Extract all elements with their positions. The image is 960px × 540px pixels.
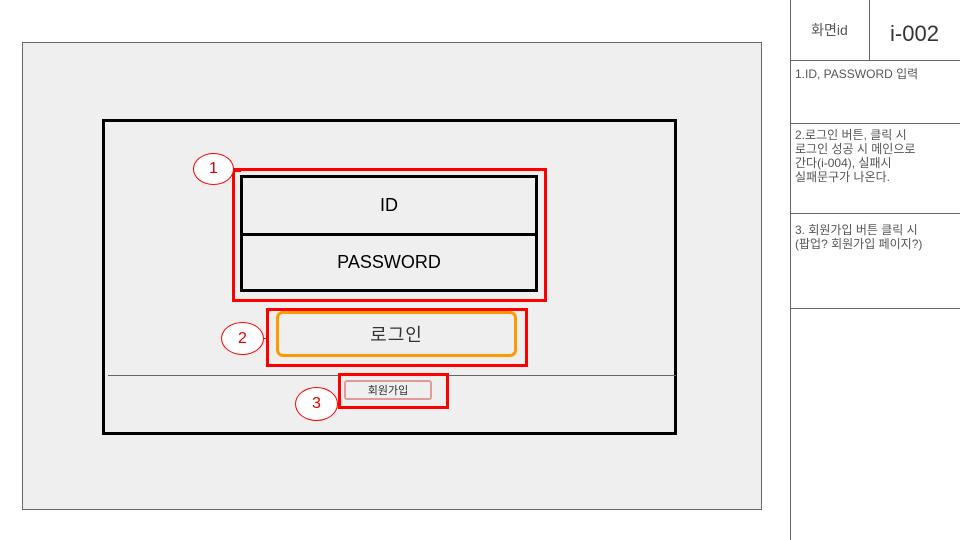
callout-3: 3 — [295, 387, 338, 421]
spec-row-divider — [790, 123, 960, 124]
spec-note-2: 2.로그인 버튼, 클릭 시 로그인 성공 시 메인으로 간다(i-004), … — [795, 128, 916, 184]
highlight-frame-1 — [232, 168, 547, 302]
screen-id-value: i-002 — [890, 21, 939, 46]
spec-row-divider — [790, 60, 960, 61]
highlight-frame-3 — [338, 373, 449, 409]
spec-row-divider — [790, 308, 960, 309]
callout-1: 1 — [193, 153, 234, 185]
spec-panel-border — [790, 0, 791, 540]
callout-2: 2 — [221, 322, 264, 355]
spec-note-3: 3. 회원가입 버튼 클릭 시 (팝업? 회원가입 페이지?) — [795, 223, 923, 251]
spec-note-1: 1.ID, PASSWORD 입력 — [795, 67, 919, 81]
callout-leader-1 — [233, 171, 241, 172]
screen-id-label: 화면id — [811, 22, 848, 38]
spec-row-divider — [790, 213, 960, 214]
highlight-frame-2 — [266, 308, 528, 367]
